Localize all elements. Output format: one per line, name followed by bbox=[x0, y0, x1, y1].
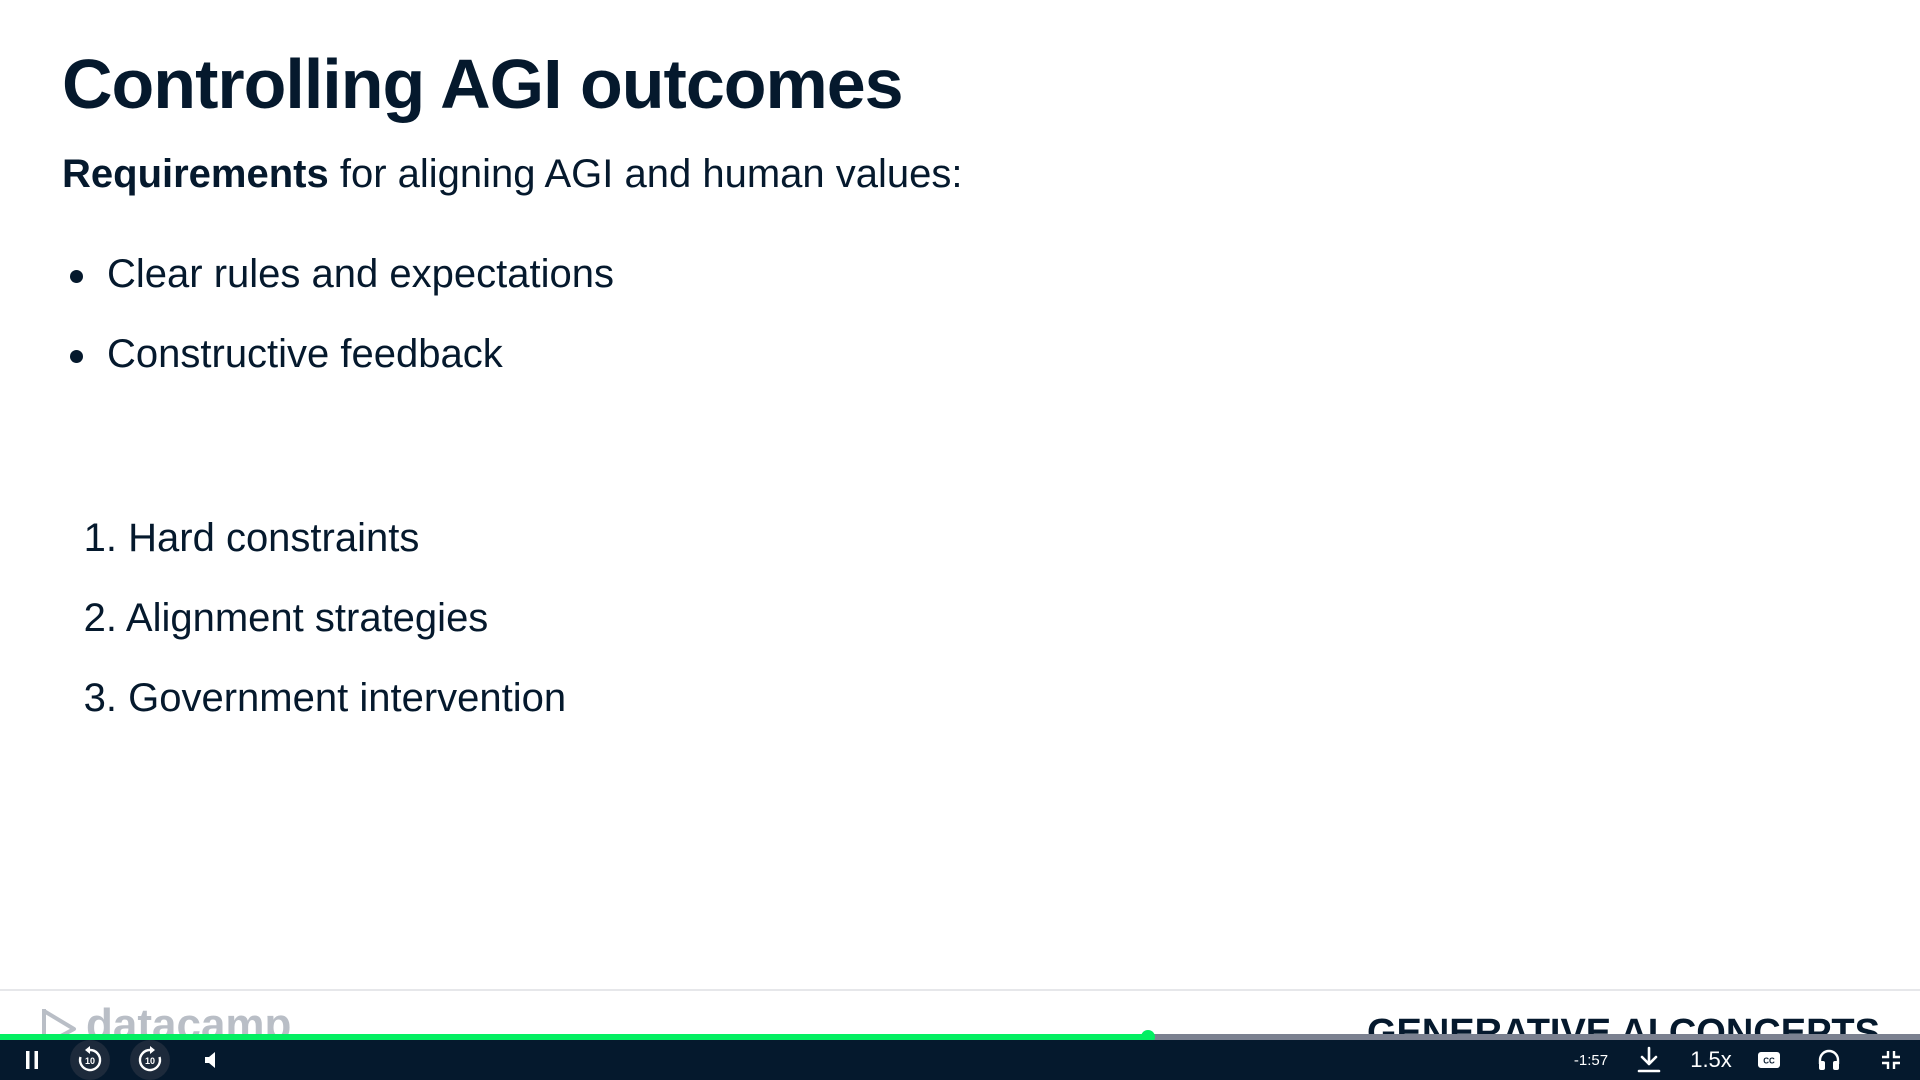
playback-speed-button[interactable]: 1.5x bbox=[1684, 1040, 1738, 1080]
exit-fullscreen-button[interactable] bbox=[1876, 1040, 1906, 1080]
numbered-list: 1. Hard constraints 2. Alignment strateg… bbox=[62, 514, 567, 754]
player-controls: 10 10 -1:57 1.5x CC bbox=[0, 1040, 1920, 1080]
pause-icon bbox=[26, 1051, 38, 1069]
bullet-list: Clear rules and expectations Constructiv… bbox=[62, 250, 614, 410]
item-text: Alignment strategies bbox=[125, 596, 489, 640]
numbered-item: 3. Government intervention bbox=[62, 674, 567, 754]
captions-button[interactable]: CC bbox=[1754, 1040, 1784, 1080]
course-name: GENERATIVE AI CONCEPTS bbox=[1366, 1012, 1880, 1036]
numbered-item: 2. Alignment strategies bbox=[62, 594, 566, 674]
slide: Controlling AGI outcomes Requirements fo… bbox=[0, 0, 1920, 990]
slide-footer: datacamp GENERATIVE AI CONCEPTS bbox=[0, 991, 1920, 1036]
item-number: 2. bbox=[83, 596, 117, 640]
svg-text:10: 10 bbox=[85, 1056, 95, 1066]
item-text: Hard constraints bbox=[128, 516, 420, 560]
item-text: Government intervention bbox=[128, 676, 567, 720]
bullet-text: Constructive feedback bbox=[107, 332, 503, 376]
bullet-item: Constructive feedback bbox=[62, 330, 614, 410]
pause-button[interactable] bbox=[12, 1040, 52, 1080]
slide-intro: Requirements for aligning AGI and human … bbox=[62, 150, 962, 198]
intro-rest: for aligning AGI and human values: bbox=[328, 152, 963, 196]
volume-icon bbox=[205, 1052, 215, 1068]
volume-button[interactable] bbox=[196, 1040, 226, 1080]
datacamp-logo-icon bbox=[42, 1009, 76, 1036]
bullet-item: Clear rules and expectations bbox=[62, 250, 614, 330]
svg-text:10: 10 bbox=[145, 1056, 155, 1066]
datacamp-logo: datacamp bbox=[40, 1000, 292, 1037]
bullet-text: Clear rules and expectations bbox=[107, 252, 614, 296]
headphones-icon bbox=[1818, 1049, 1840, 1070]
logo-text: datacamp bbox=[86, 1000, 292, 1037]
bullet-dot bbox=[70, 270, 83, 283]
slide-title: Controlling AGI outcomes bbox=[62, 45, 904, 123]
numbered-item: 1. Hard constraints bbox=[62, 514, 566, 594]
download-icon bbox=[1637, 1046, 1661, 1073]
audio-only-button[interactable] bbox=[1814, 1040, 1844, 1080]
item-number: 3. bbox=[83, 676, 117, 720]
forward-10-button[interactable]: 10 bbox=[130, 1040, 170, 1080]
forward-10-icon: 10 bbox=[130, 1040, 170, 1080]
intro-bold: Requirements bbox=[62, 152, 329, 196]
exit-fullscreen-icon bbox=[1882, 1051, 1900, 1069]
bullet-dot bbox=[70, 350, 83, 363]
item-number: 1. bbox=[83, 516, 117, 560]
rewind-10-button[interactable]: 10 bbox=[70, 1040, 110, 1080]
svg-text:CC: CC bbox=[1763, 1057, 1775, 1066]
captions-icon: CC bbox=[1758, 1052, 1780, 1068]
rewind-10-icon: 10 bbox=[70, 1040, 110, 1080]
download-button[interactable] bbox=[1632, 1040, 1666, 1080]
time-remaining: -1:57 bbox=[1573, 1051, 1609, 1069]
